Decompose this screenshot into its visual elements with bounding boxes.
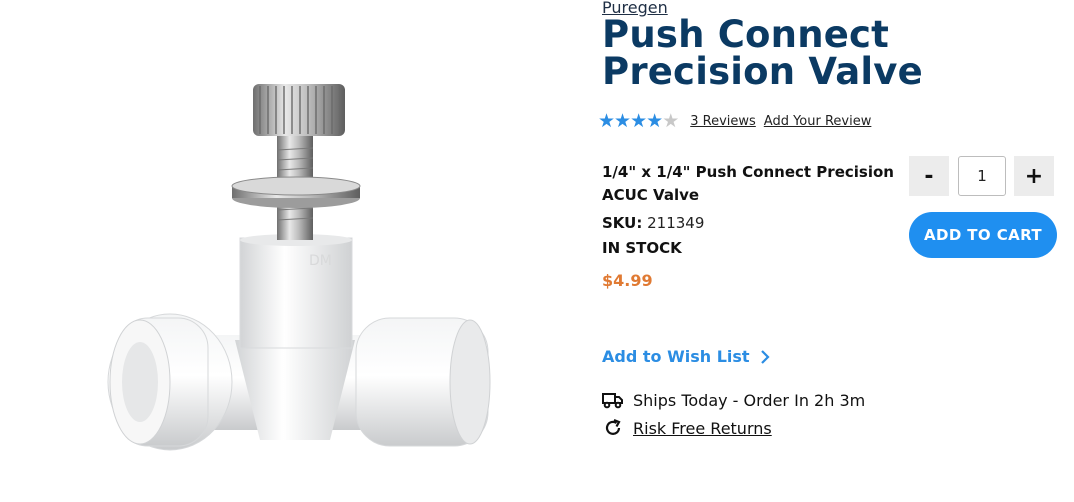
add-to-cart-button[interactable]: ADD TO CART — [909, 212, 1057, 258]
returns-info: Risk Free Returns — [602, 418, 772, 438]
product-title: Push Connect Precision Valve — [602, 13, 923, 93]
star-icon: ★ — [598, 110, 616, 132]
stock-status: IN STOCK — [602, 239, 682, 257]
wishlist-label: Add to Wish List — [602, 347, 750, 366]
reviews-link[interactable]: 3 Reviews — [690, 114, 756, 129]
quantity-input[interactable] — [958, 156, 1006, 196]
truck-icon — [602, 390, 624, 410]
sku: SKU: 211349 — [602, 214, 704, 232]
sku-label: SKU: — [602, 214, 643, 232]
star-icon: ★ — [614, 110, 632, 132]
mold-mark: DM — [309, 253, 332, 269]
shipping-info: Ships Today - Order In 2h 3m — [602, 390, 865, 410]
quantity-decrease-button[interactable]: - — [909, 156, 949, 196]
valve-illustration: DM — [107, 84, 491, 451]
refresh-icon — [602, 418, 624, 438]
product-image[interactable]: DM — [0, 0, 552, 502]
price: $4.99 — [602, 271, 653, 290]
sku-value: 211349 — [647, 214, 705, 232]
risk-free-returns-link[interactable]: Risk Free Returns — [633, 419, 772, 438]
star-icon: ★ — [630, 110, 648, 132]
quantity-increase-button[interactable]: + — [1014, 156, 1054, 196]
ships-text: Ships Today - Order In 2h 3m — [633, 390, 866, 410]
add-review-link[interactable]: Add Your Review — [764, 114, 872, 129]
rating-row: ★ ★ ★ ★ ★ 3 Reviews Add Your Review — [598, 112, 871, 131]
star-icon: ★ — [662, 110, 680, 132]
add-to-wishlist-link[interactable]: Add to Wish List — [602, 347, 770, 366]
star-icon: ★ — [646, 110, 664, 132]
variant-name: 1/4" x 1/4" Push Connect Precision ACUC … — [602, 163, 894, 204]
star-rating: ★ ★ ★ ★ ★ — [598, 110, 680, 132]
chevron-right-icon — [760, 349, 770, 364]
